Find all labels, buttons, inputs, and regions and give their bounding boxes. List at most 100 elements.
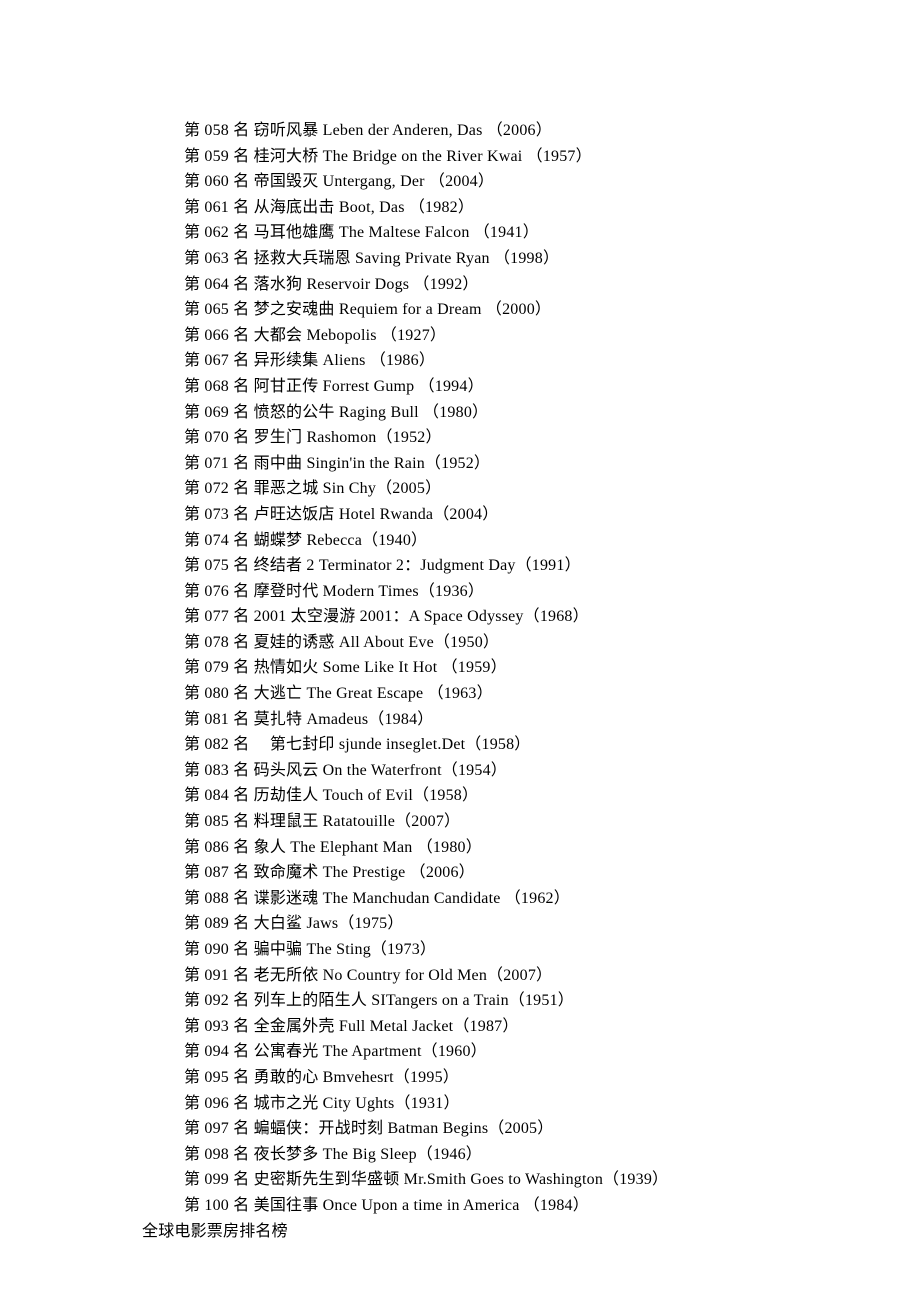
rank-suffix: 名: [229, 787, 254, 804]
rank-prefix: 第: [184, 1146, 204, 1163]
rank-number: 100: [204, 1197, 229, 1214]
movie-item: 第 072 名 罪恶之城 Sin Chy（2005）: [142, 476, 920, 502]
movie-year: （1975）: [338, 915, 403, 932]
title-english: No Country for Old Men: [323, 967, 487, 984]
rank-suffix: 名: [229, 711, 254, 728]
rank-prefix: 第: [184, 173, 204, 190]
title-english: Raging Bull: [339, 404, 423, 421]
movie-year: （1984）: [368, 711, 433, 728]
title-english: Requiem for a Dream: [339, 301, 486, 318]
rank-prefix: 第: [184, 890, 204, 907]
rank-prefix: 第: [184, 1018, 204, 1035]
rank-suffix: 名: [229, 173, 254, 190]
movie-year: （1963）: [428, 685, 493, 702]
rank-number: 096: [204, 1095, 229, 1112]
movie-item: 第 070 名 罗生门 Rashomon（1952）: [142, 425, 920, 451]
rank-number: 060: [204, 173, 229, 190]
movie-item: 第 088 名 谍影迷魂 The Manchudan Candidate （19…: [142, 886, 920, 912]
movie-item: 第 061 名 从海底出击 Boot, Das （1982）: [142, 195, 920, 221]
movie-item: 第 094 名 公寓春光 The Apartment（1960）: [142, 1039, 920, 1065]
rank-prefix: 第: [184, 787, 204, 804]
movie-item: 第 068 名 阿甘正传 Forrest Gump （1994）: [142, 374, 920, 400]
rank-prefix: 第: [184, 506, 204, 523]
title-english: The Prestige: [323, 864, 410, 881]
movie-item: 第 074 名 蝴蝶梦 Rebecca（1940）: [142, 528, 920, 554]
title-chinese: 2001 太空漫游: [254, 608, 356, 625]
movie-item: 第 090 名 骗中骗 The Sting（1973）: [142, 937, 920, 963]
title-english: Bmvehesrt: [323, 1069, 394, 1086]
rank-prefix: 第: [184, 583, 204, 600]
rank-number: 097: [204, 1120, 229, 1137]
title-english: The Elephant Man: [290, 839, 416, 856]
rank-number: 070: [204, 429, 229, 446]
title-english: sjunde inseglet.Det: [339, 736, 465, 753]
title-english: Forrest Gump: [323, 378, 419, 395]
rank-number: 058: [204, 122, 229, 139]
movie-item: 第 060 名 帝国毁灭 Untergang, Der （2004）: [142, 169, 920, 195]
title-english: The Sting: [306, 941, 370, 958]
movie-item: 第 075 名 终结者 2 Terminator 2：Judgment Day（…: [142, 553, 920, 579]
title-english: The Apartment: [323, 1043, 422, 1060]
movie-year: （1958）: [465, 736, 530, 753]
title-chinese: 终结者 2: [254, 557, 315, 574]
rank-prefix: 第: [184, 276, 204, 293]
rank-suffix: 名: [229, 634, 254, 651]
movie-year: （1987）: [453, 1018, 518, 1035]
rank-prefix: 第: [184, 455, 204, 472]
rank-prefix: 第: [184, 1197, 204, 1214]
rank-number: 082: [204, 736, 229, 753]
title-chinese: 夜长梦多: [254, 1146, 319, 1163]
title-english: Untergang, Der: [323, 173, 429, 190]
title-english: Full Metal Jacket: [339, 1018, 454, 1035]
movie-year: （1991）: [516, 557, 581, 574]
rank-suffix: 名: [229, 557, 254, 574]
movie-year: （1986）: [370, 352, 435, 369]
rank-number: 079: [204, 659, 229, 676]
rank-suffix: 名: [229, 1171, 254, 1188]
movie-year: （1931）: [394, 1095, 459, 1112]
title-english: The Bridge on the River Kwai: [323, 148, 527, 165]
title-chinese: 阿甘正传: [254, 378, 319, 395]
rank-suffix: 名: [229, 122, 254, 139]
rank-suffix: 名: [229, 327, 254, 344]
title-english: Aliens: [323, 352, 370, 369]
movie-year: （1958）: [413, 787, 478, 804]
title-english: Once Upon a time in America: [323, 1197, 524, 1214]
movie-year: （1959）: [442, 659, 507, 676]
title-chinese: 异形续集: [254, 352, 319, 369]
movie-year: （1973）: [371, 941, 436, 958]
rank-suffix: 名: [229, 224, 254, 241]
rank-suffix: 名: [229, 941, 254, 958]
title-english: Rebecca: [306, 532, 362, 549]
title-chinese: 列车上的陌生人: [254, 992, 367, 1009]
rank-prefix: 第: [184, 1043, 204, 1060]
rank-number: 090: [204, 941, 229, 958]
rank-suffix: 名: [229, 480, 254, 497]
rank-number: 081: [204, 711, 229, 728]
title-english: Hotel Rwanda: [339, 506, 433, 523]
movie-year: （1994）: [419, 378, 484, 395]
movie-year: （1980）: [423, 404, 488, 421]
movie-item: 第 091 名 老无所依 No Country for Old Men（2007…: [142, 963, 920, 989]
title-chinese: 历劫佳人: [254, 787, 319, 804]
movie-year: （1980）: [417, 839, 482, 856]
rank-prefix: 第: [184, 992, 204, 1009]
title-english: The Maltese Falcon: [339, 224, 474, 241]
movie-year: （1960）: [422, 1043, 487, 1060]
rank-number: 086: [204, 839, 229, 856]
rank-prefix: 第: [184, 378, 204, 395]
title-chinese: 全金属外壳: [254, 1018, 335, 1035]
movie-item: 第 078 名 夏娃的诱惑 All About Eve（1950）: [142, 630, 920, 656]
rank-prefix: 第: [184, 532, 204, 549]
rank-suffix: 名: [229, 1018, 254, 1035]
title-chinese: 卢旺达饭店: [254, 506, 335, 523]
movie-year: （1936）: [419, 583, 484, 600]
title-chinese: 象人: [254, 839, 286, 856]
rank-suffix: 名: [229, 1146, 254, 1163]
rank-suffix: 名: [229, 890, 254, 907]
title-chinese: 蝴蝶梦: [254, 532, 303, 549]
rank-number: 074: [204, 532, 229, 549]
rank-suffix: 名: [229, 762, 254, 779]
movie-year: （1982）: [409, 199, 474, 216]
movie-item: 第 093 名 全金属外壳 Full Metal Jacket（1987）: [142, 1014, 920, 1040]
